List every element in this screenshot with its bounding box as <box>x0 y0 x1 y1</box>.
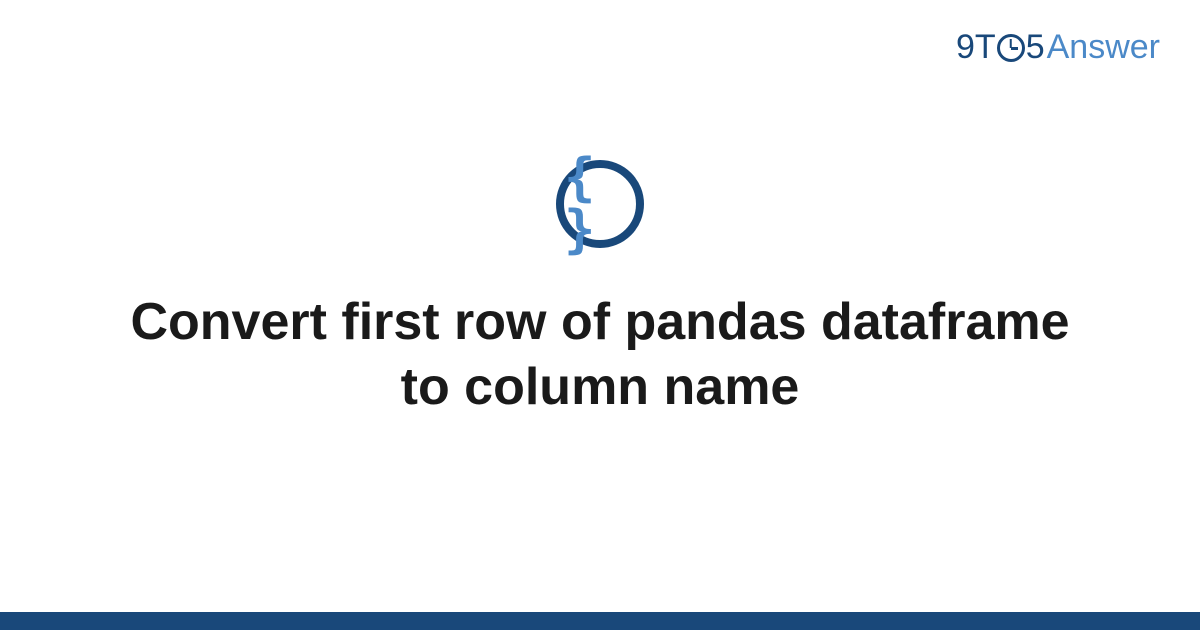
code-braces-icon: { } <box>556 160 644 248</box>
page-title: Convert first row of pandas dataframe to… <box>120 290 1080 420</box>
braces-glyph: { } <box>564 152 636 256</box>
footer-accent-bar <box>0 612 1200 630</box>
main-content: { } Convert first row of pandas datafram… <box>0 0 1200 630</box>
